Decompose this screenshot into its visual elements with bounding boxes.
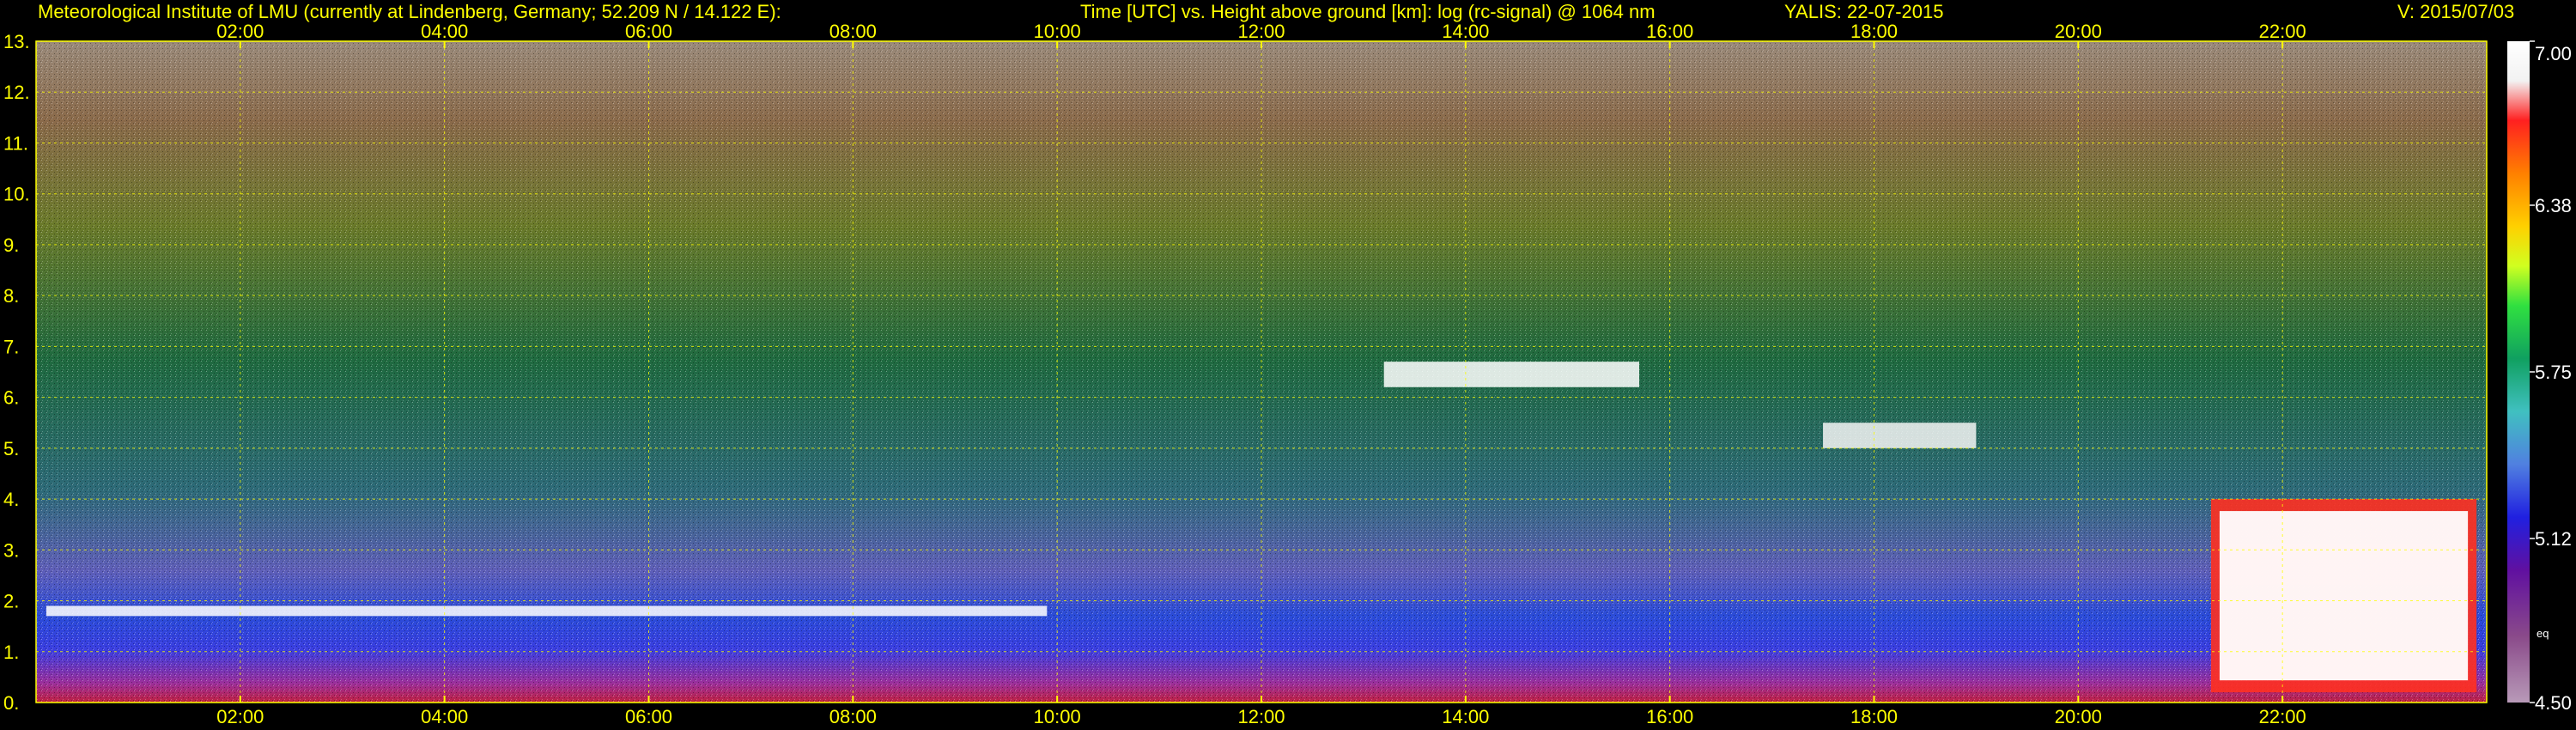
x-tick-label-top: 20:00 bbox=[2055, 21, 2102, 42]
y-tick-label: 1. bbox=[3, 642, 19, 663]
x-tick-label-bottom: 20:00 bbox=[2055, 706, 2102, 727]
colorbar-unit: eq bbox=[2537, 627, 2549, 640]
y-tick-label: 3. bbox=[3, 539, 19, 561]
y-tick-label: 6. bbox=[3, 387, 19, 409]
x-tick-label-bottom: 18:00 bbox=[1850, 706, 1898, 727]
y-tick-label: 2. bbox=[3, 591, 19, 612]
y-tick-label: 11. bbox=[3, 132, 28, 154]
x-tick-label-top: 08:00 bbox=[829, 21, 877, 42]
plot-area bbox=[35, 40, 2488, 703]
x-tick-label-bottom: 08:00 bbox=[829, 706, 877, 727]
x-tick-label-top: 14:00 bbox=[1442, 21, 1489, 42]
x-tick-label-top: 10:00 bbox=[1034, 21, 1081, 42]
feature-region bbox=[46, 605, 1048, 617]
colorbar-tick-label: 5.12 bbox=[2535, 528, 2572, 550]
x-tick-label-bottom: 06:00 bbox=[625, 706, 672, 727]
x-tick-label-bottom: 14:00 bbox=[1442, 706, 1489, 727]
colorbar-tick-label: 6.38 bbox=[2535, 195, 2572, 216]
x-tick-label-top: 06:00 bbox=[625, 21, 672, 42]
feature-region bbox=[1383, 362, 1639, 387]
y-tick-label: 13. bbox=[3, 31, 30, 52]
x-tick-label-bottom: 10:00 bbox=[1034, 706, 1081, 727]
y-tick-label: 0. bbox=[3, 692, 19, 714]
x-tick-label-bottom: 04:00 bbox=[421, 706, 468, 727]
x-tick-label-top: 18:00 bbox=[1850, 21, 1898, 42]
feature-region bbox=[2219, 511, 2469, 681]
colorbar-tick-label: 7.00 bbox=[2535, 43, 2572, 64]
x-tick-label-top: 16:00 bbox=[1646, 21, 1693, 42]
y-axis-left: 0. 1. 2. 3. 4. 5. 6. 7. 8. 9. 10. 11. 12. 13. bbox=[3, 31, 30, 714]
feature-region bbox=[1823, 423, 1977, 448]
x-tick-label-bottom: 16:00 bbox=[1646, 706, 1693, 727]
y-tick-label: 8. bbox=[3, 285, 19, 307]
y-tick-label: 7. bbox=[3, 336, 19, 357]
y-tick-label: 12. bbox=[3, 82, 30, 103]
colorbar-scale bbox=[2507, 41, 2530, 703]
x-tick-label-bottom: 12:00 bbox=[1237, 706, 1285, 727]
lidar-chart: 02:00 04:00 06:00 08:00 10:00 12:00 14:00 16:00… bbox=[3, 21, 2572, 727]
x-tick-label-top: 12:00 bbox=[1237, 21, 1285, 42]
y-tick-label: 4. bbox=[3, 489, 19, 510]
colorbar-tick-label: 4.50 bbox=[2535, 692, 2572, 714]
x-tick-label-top: 04:00 bbox=[421, 21, 468, 42]
x-tick-label-top: 02:00 bbox=[216, 21, 264, 42]
colorbar-tick-label: 5.75 bbox=[2535, 362, 2572, 383]
x-tick-label-bottom: 22:00 bbox=[2259, 706, 2306, 727]
x-tick-label-bottom: 02:00 bbox=[216, 706, 264, 727]
colorbar: 7.00 6.38 5.75 5.12 4.50 eq bbox=[2507, 40, 2572, 714]
x-tick-label-top: 22:00 bbox=[2259, 21, 2306, 42]
y-tick-label: 10. bbox=[3, 184, 30, 205]
y-tick-label: 5. bbox=[3, 438, 19, 459]
y-tick-label: 9. bbox=[3, 234, 19, 256]
